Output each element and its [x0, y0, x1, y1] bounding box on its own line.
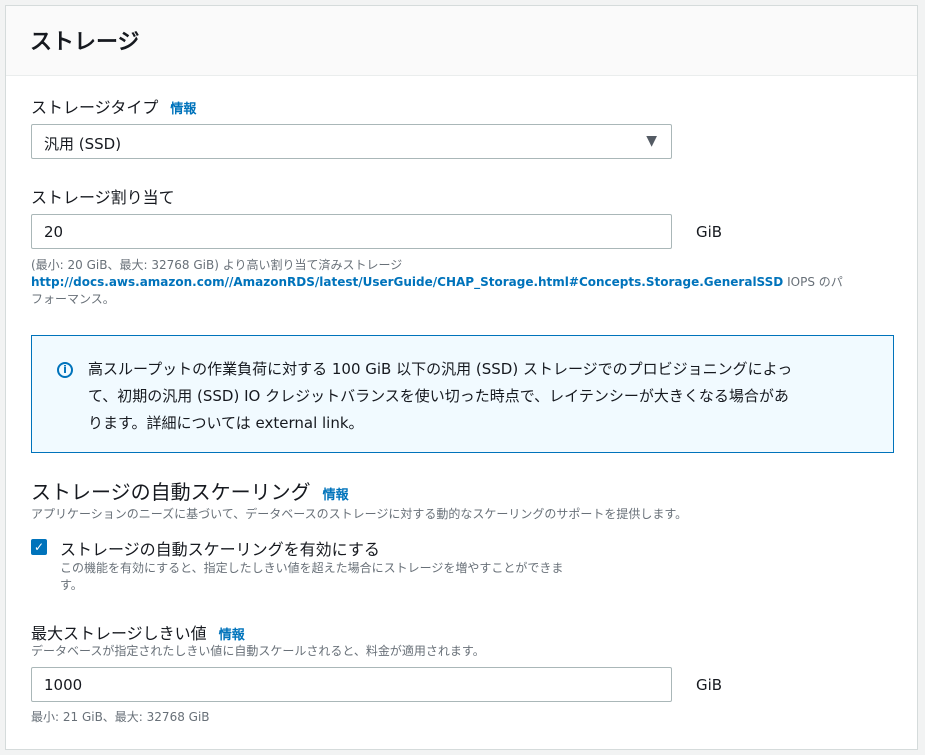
- storage-type-label-text: ストレージタイプ: [31, 98, 159, 117]
- autoscaling-checkbox-hint-line2: す。: [60, 578, 83, 592]
- allocation-hint-line1: (最小: 20 GiB、最大: 32768 GiB) より高い割り当て済みストレ…: [31, 258, 403, 272]
- panel-title: ストレージ: [30, 30, 140, 55]
- allocation-label: ストレージ割り当て: [31, 188, 175, 207]
- allocation-hint: (最小: 20 GiB、最大: 32768 GiB) より高い割り当て済みストレ…: [31, 257, 901, 308]
- max-threshold-input[interactable]: [31, 667, 672, 702]
- autoscaling-checkbox-hint: この機能を有効にすると、指定したしきい値を超えた場合にストレージを増やすことがで…: [60, 560, 680, 594]
- storage-docs-link[interactable]: http://docs.aws.amazon.com//AmazonRDS/la…: [31, 275, 783, 289]
- max-threshold-label-text: 最大ストレージしきい値: [31, 624, 207, 643]
- allocation-input[interactable]: [31, 214, 672, 249]
- max-threshold-info-link[interactable]: 情報: [219, 628, 245, 643]
- autoscaling-description: アプリケーションのニーズに基づいて、データベースのストレージに対する動的なスケー…: [31, 507, 688, 521]
- info-alert-line1: 高スループットの作業負荷に対する 100 GiB 以下の汎用 (SSD) ストレ…: [88, 360, 793, 378]
- autoscaling-checkbox[interactable]: ✓: [31, 539, 47, 555]
- max-threshold-description: データベースが指定されたしきい値に自動スケールされると、料金が適用されます。: [31, 644, 485, 658]
- storage-type-selected-value: 汎用 (SSD): [44, 135, 122, 153]
- allocation-hint-suffix: IOPS のパ: [783, 275, 843, 289]
- info-alert-line2: て、初期の汎用 (SSD) IO クレジットバランスを使い切った時点で、レイテン…: [88, 387, 789, 405]
- allocation-hint-suffix-2: フォーマンス。: [31, 292, 115, 306]
- max-threshold-hint: 最小: 21 GiB、最大: 32768 GiB: [31, 710, 210, 724]
- autoscaling-info-link[interactable]: 情報: [323, 488, 349, 503]
- panel-header: ストレージ: [6, 6, 917, 76]
- storage-panel: ストレージ ストレージタイプ情報 汎用 (SSD) ▼ ストレージ割り当て Gi…: [5, 5, 918, 750]
- autoscaling-heading: ストレージの自動スケーリング 情報: [31, 476, 349, 505]
- autoscaling-checkbox-hint-line1: この機能を有効にすると、指定したしきい値を超えた場合にストレージを増やすことがで…: [60, 561, 564, 575]
- autoscaling-title: ストレージの自動スケーリング: [31, 480, 311, 504]
- autoscaling-checkbox-label[interactable]: ストレージの自動スケーリングを有効にする: [60, 536, 380, 560]
- allocation-unit: GiB: [696, 223, 723, 241]
- storage-type-select[interactable]: 汎用 (SSD) ▼: [31, 124, 672, 159]
- info-alert-text: 高スループットの作業負荷に対する 100 GiB 以下の汎用 (SSD) ストレ…: [88, 356, 878, 437]
- max-threshold-unit: GiB: [696, 676, 723, 694]
- max-threshold-label: 最大ストレージしきい値 情報: [31, 620, 245, 644]
- info-circle-icon: i: [57, 362, 73, 378]
- info-alert-line3: ります。詳細については external link。: [88, 414, 364, 432]
- info-alert: i 高スループットの作業負荷に対する 100 GiB 以下の汎用 (SSD) ス…: [31, 335, 894, 453]
- storage-type-label: ストレージタイプ 情報: [31, 94, 196, 118]
- storage-type-info-link[interactable]: 情報: [170, 102, 196, 117]
- dropdown-arrow-icon: ▼: [646, 133, 657, 149]
